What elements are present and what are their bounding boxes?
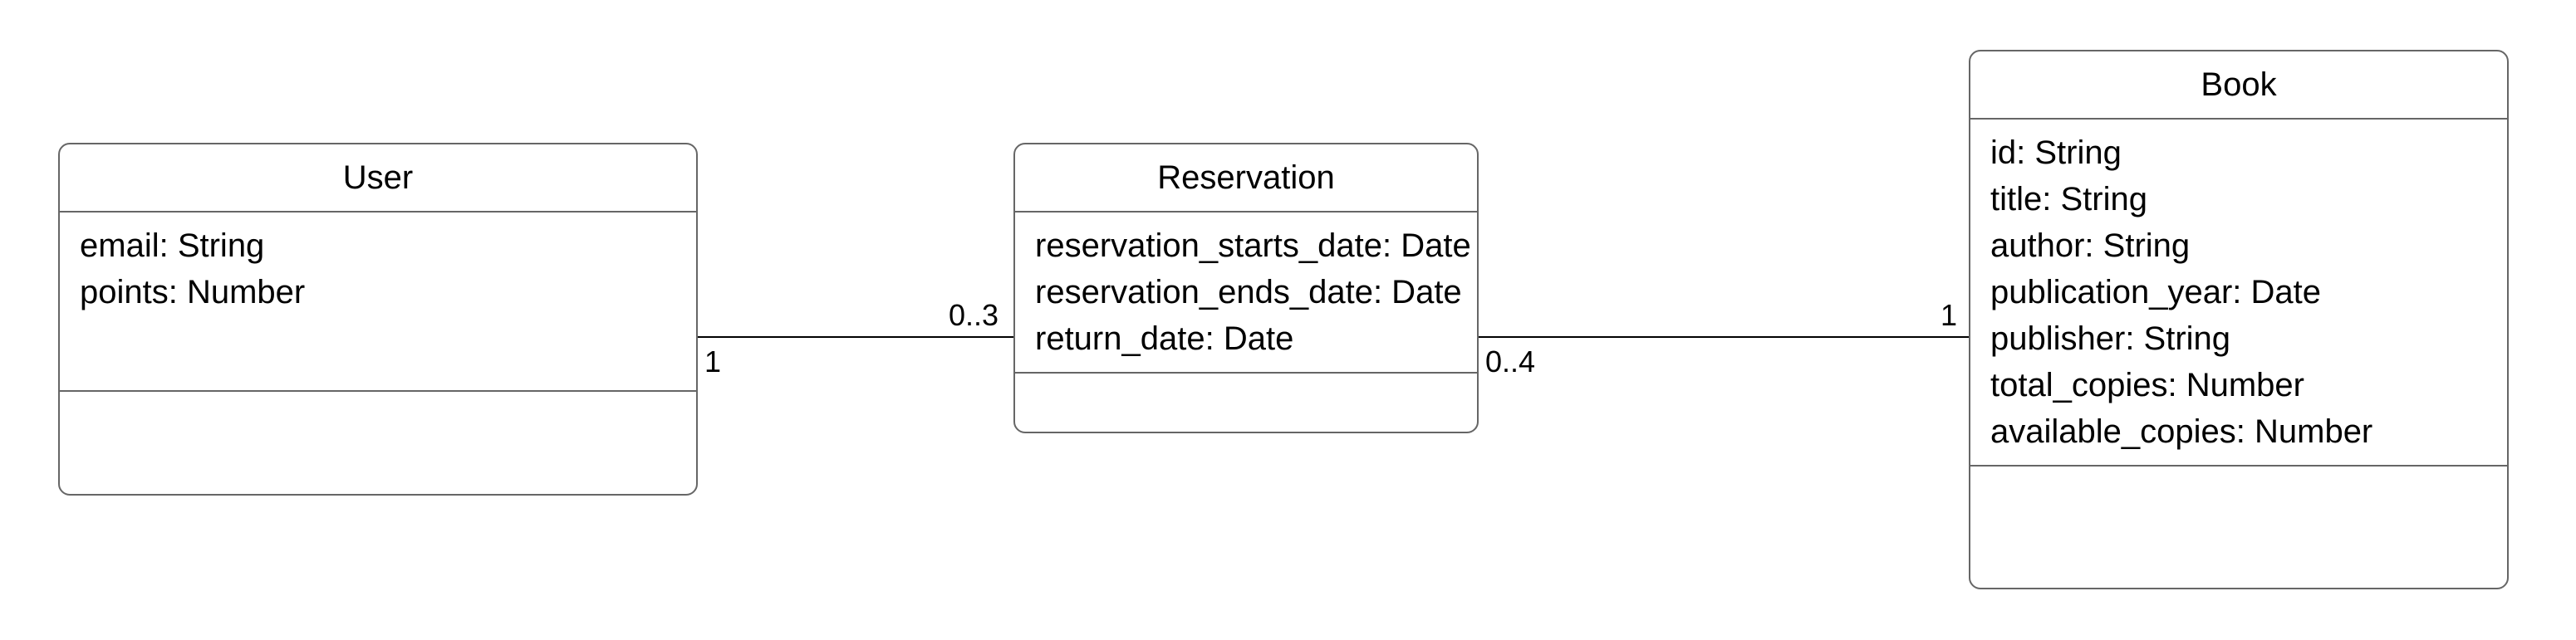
attr-line: title: String [1990, 176, 2487, 222]
attr-line: available_copies: Number [1990, 408, 2487, 455]
attr-line: email: String [80, 222, 676, 269]
attr-line: return_date: Date [1035, 315, 1457, 362]
attr-line: total_copies: Number [1990, 362, 2487, 408]
uml-canvas: User email: String points: Number Reserv… [0, 0, 2576, 640]
class-book: Book id: String title: String author: St… [1969, 50, 2509, 589]
class-reservation-attrs: reservation_starts_date: Date reservatio… [1015, 213, 1477, 374]
class-user: User email: String points: Number [58, 143, 698, 496]
attr-line: points: Number [80, 269, 676, 315]
attr-line: author: String [1990, 222, 2487, 269]
class-reservation-title: Reservation [1015, 144, 1477, 213]
class-user-attrs: email: String points: Number [60, 213, 696, 392]
attr-line: publisher: String [1990, 315, 2487, 362]
attr-line: reservation_starts_date: Date [1035, 222, 1457, 269]
mult-reservation-left: 0..3 [949, 300, 999, 330]
mult-book-side: 1 [1941, 300, 1957, 330]
mult-reservation-right: 0..4 [1485, 347, 1535, 377]
attr-line: id: String [1990, 129, 2487, 176]
class-book-title: Book [1970, 51, 2507, 120]
assoc-user-reservation [698, 336, 1013, 338]
mult-user-side: 1 [704, 347, 721, 377]
class-reservation-ops [1015, 374, 1477, 433]
class-user-title: User [60, 144, 696, 213]
assoc-reservation-book [1479, 336, 1969, 338]
class-book-attrs: id: String title: String author: String … [1970, 120, 2507, 467]
attr-line: reservation_ends_date: Date [1035, 269, 1457, 315]
class-reservation: Reservation reservation_starts_date: Dat… [1013, 143, 1479, 433]
attr-line: publication_year: Date [1990, 269, 2487, 315]
class-user-ops [60, 392, 696, 462]
class-book-ops [1970, 467, 2507, 536]
